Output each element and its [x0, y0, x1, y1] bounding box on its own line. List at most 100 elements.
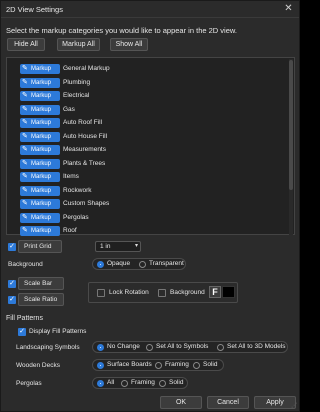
markup-toggle[interactable]: ✎ Markup [20, 226, 60, 236]
resize-grip-icon[interactable]: ⋰ [291, 402, 297, 409]
display-fill-patterns-checkbox[interactable]: ✓ [18, 328, 26, 336]
print-grid-toggle[interactable]: Print Grid [18, 240, 62, 253]
grid-size-select[interactable]: 1 in ▾ [95, 241, 141, 252]
pergolas-solid-label: Solid [169, 379, 184, 386]
pergolas-solid-radio[interactable] [159, 380, 166, 387]
category-name: General Markup [63, 65, 110, 72]
category-name: Measurements [63, 146, 106, 153]
no-change-radio[interactable] [97, 344, 104, 351]
settings-dialog: 2D View Settings ✕ Select the markup cat… [0, 0, 300, 412]
pencil-icon: ✎ [22, 105, 28, 113]
show-all-button[interactable]: Show All [110, 38, 148, 51]
scale-background-checkbox[interactable] [158, 289, 166, 297]
pencil-icon: ✎ [22, 78, 28, 86]
pencil-icon: ✎ [22, 200, 28, 207]
scale-bar-toggle[interactable]: Scale Bar [18, 277, 64, 290]
list-scrollbar-thumb[interactable] [289, 60, 293, 190]
lock-rotation-label: Lock Rotation [109, 289, 149, 296]
markup-toggle[interactable]: ✎ Markup [20, 158, 60, 169]
markup-label: Markup [31, 120, 52, 126]
markup-toggle[interactable]: ✎ Markup [20, 91, 60, 101]
scale-ratio-toggle[interactable]: Scale Ratio [18, 293, 64, 306]
apply-button[interactable]: Apply [254, 396, 296, 409]
display-fill-patterns-label: Display Fill Patterns [29, 328, 87, 335]
category-name: Plants & Trees [63, 159, 106, 167]
markup-toggle[interactable]: ✎ Markup [20, 64, 60, 74]
fill-patterns-heading: Fill Patterns [6, 315, 43, 322]
markup-label: Markup [31, 174, 52, 180]
set-all-symbols-label: Set All to Symbols [156, 343, 209, 350]
chevron-down-icon: ▾ [134, 243, 138, 249]
markup-toggle[interactable]: ✎ Markup [20, 145, 60, 155]
markup-label: Markup [31, 160, 52, 167]
grid-size-value: 1 in [100, 243, 111, 250]
category-name: Custom Shapes [63, 200, 110, 207]
surface-boards-radio[interactable] [97, 362, 104, 369]
set-all-3d-label: Set All to 3D Models [227, 343, 286, 350]
pencil-icon: ✎ [22, 65, 28, 72]
markup-all-button[interactable]: Markup All [57, 38, 100, 51]
category-name: Pergolas [63, 213, 89, 221]
scale-background-label: Background [170, 289, 205, 296]
category-name: Plumbing [63, 78, 91, 86]
markup-label: Markup [31, 106, 52, 113]
pencil-icon: ✎ [22, 186, 28, 194]
color-swatch[interactable] [222, 286, 235, 298]
decks-framing-radio[interactable] [155, 362, 162, 369]
print-grid-checkbox[interactable]: ✓ [8, 243, 16, 251]
close-icon[interactable]: ✕ [282, 3, 295, 15]
markup-toggle[interactable]: ✎ Markup [20, 172, 60, 182]
pencil-icon: ✎ [22, 173, 28, 180]
pergolas-framing-radio[interactable] [121, 380, 128, 387]
markup-toggle[interactable]: ✎ Markup [20, 77, 60, 88]
markup-label: Markup [31, 147, 52, 153]
pencil-icon: ✎ [22, 146, 28, 153]
window-title: 2D View Settings [6, 5, 63, 14]
pergolas-all-label: All [107, 379, 115, 386]
opaque-radio[interactable] [97, 261, 104, 268]
transparent-label: Transparent [149, 260, 184, 267]
markup-label: Markup [31, 133, 52, 140]
markup-label: Markup [31, 66, 52, 72]
markup-toggle[interactable]: ✎ Markup [20, 185, 60, 196]
pencil-icon: ✎ [22, 119, 28, 126]
decks-solid-label: Solid [203, 361, 218, 368]
pergolas-all-radio[interactable] [97, 380, 104, 387]
category-name: Auto Roof Fill [63, 119, 103, 126]
pencil-icon: ✎ [22, 227, 28, 234]
decks-framing-label: Framing [165, 361, 189, 368]
markup-label: Markup [31, 79, 52, 86]
category-name: Auto House Fill [63, 132, 108, 140]
no-change-label: No Change [107, 343, 140, 350]
cancel-button[interactable]: Cancel [207, 396, 249, 409]
markup-toggle[interactable]: ✎ Markup [20, 131, 60, 142]
pergolas-framing-label: Framing [131, 379, 155, 386]
markup-label: Markup [31, 214, 52, 221]
markup-toggle[interactable]: ✎ Markup [20, 199, 60, 209]
scale-ratio-checkbox[interactable]: ✓ [8, 296, 16, 304]
pencil-icon: ✎ [22, 159, 28, 167]
markup-label: Markup [31, 93, 52, 99]
category-name: Rockwork [63, 186, 92, 194]
title-bar: 2D View Settings ✕ [1, 1, 299, 18]
font-button[interactable]: F [209, 286, 221, 298]
transparent-radio[interactable] [139, 261, 146, 268]
category-list[interactable]: ✎ Markup General Markup ✎ Markup Plumbing ✎ Mar… [6, 57, 295, 236]
background-label: Background [8, 261, 43, 268]
hide-all-button[interactable]: Hide All [7, 38, 45, 51]
markup-toggle[interactable]: ✎ Markup [20, 104, 60, 115]
scale-bar-checkbox[interactable]: ✓ [8, 280, 16, 288]
lock-rotation-checkbox[interactable] [97, 289, 105, 297]
markup-toggle[interactable]: ✎ Markup [20, 118, 60, 128]
pergolas-label: Pergolas [16, 380, 42, 387]
surface-boards-label: Surface Boards [107, 361, 152, 368]
wooden-decks-radio-group: Surface Boards Framing Solid [92, 359, 224, 371]
markup-label: Markup [31, 201, 52, 207]
set-all-3d-radio[interactable] [217, 344, 224, 351]
ok-button[interactable]: OK [160, 396, 202, 409]
wooden-decks-label: Wooden Decks [16, 362, 60, 369]
markup-toggle[interactable]: ✎ Markup [20, 212, 60, 223]
pergolas-radio-group: All Framing Solid [92, 377, 188, 389]
decks-solid-radio[interactable] [193, 362, 200, 369]
set-all-symbols-radio[interactable] [146, 344, 153, 351]
